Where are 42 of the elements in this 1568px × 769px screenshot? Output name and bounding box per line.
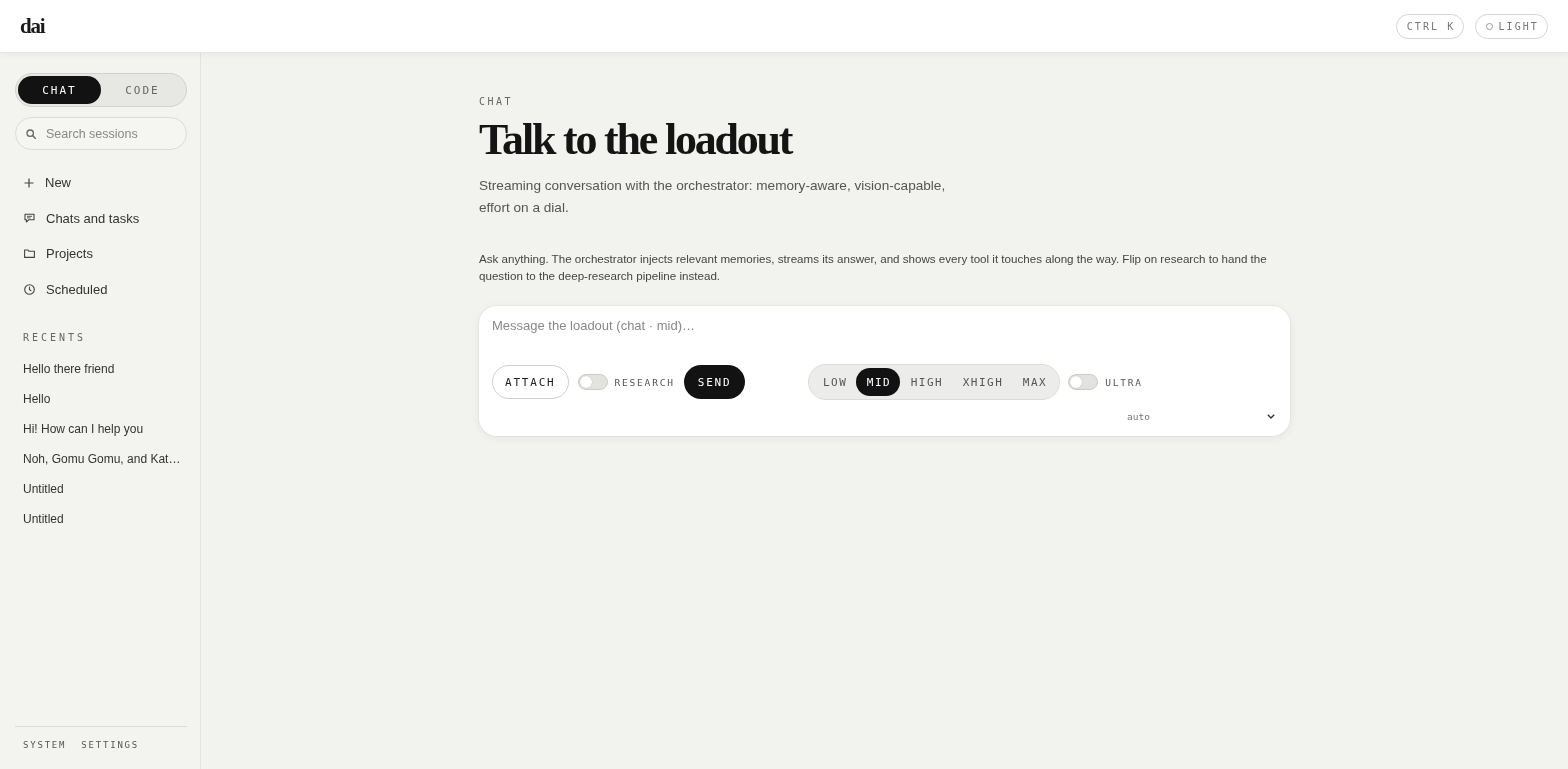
search-icon xyxy=(26,128,36,139)
composer-box[interactable]: Message the loadout (chat · mid)… ATTACH RESEARCH SEND LOW MID HIGH XHIGH MAX ULTRA auto xyxy=(479,306,1290,436)
footer-link[interactable]: SYSTEM xyxy=(23,739,67,751)
mode-tab[interactable]: CODE xyxy=(101,76,184,104)
page-description: Ask anything. The orchestrator injects relevant memories, streams its answer, and shows every tool it touches along the way. Flip on research to hand the question to the deep-research pipeline instead. xyxy=(479,251,1268,284)
ultra-label: ULTRA xyxy=(1105,376,1143,388)
research-label: RESEARCH xyxy=(614,376,675,388)
search-field[interactable]: Search sessions xyxy=(15,117,187,150)
model-select[interactable]: auto xyxy=(1127,407,1277,425)
page-eyebrow: CHAT xyxy=(479,95,515,109)
clock-icon xyxy=(24,283,35,295)
plus-icon xyxy=(24,177,34,188)
effort-option[interactable]: HIGH xyxy=(900,368,953,396)
recent-item[interactable]: Hello xyxy=(15,384,51,414)
nav-item[interactable]: New xyxy=(15,165,187,201)
nav-item[interactable]: Projects xyxy=(15,236,187,272)
mode-tab[interactable]: CHAT xyxy=(18,76,101,104)
effort-option[interactable]: MID xyxy=(856,368,901,396)
section-label: RECENTS xyxy=(22,331,88,345)
chevron-down-icon xyxy=(1267,413,1275,419)
page-title: Talk to the loadout xyxy=(479,116,794,164)
footer-link[interactable]: SETTINGS xyxy=(81,739,140,751)
recent-item[interactable]: Hello there friend xyxy=(15,354,115,384)
send-button[interactable]: SEND xyxy=(683,365,746,399)
recent-item[interactable]: Untitled xyxy=(15,504,64,534)
message-field[interactable]: Message the loadout (chat · mid)… xyxy=(492,318,1277,358)
ultra-toggle[interactable] xyxy=(1068,374,1099,390)
effort-option[interactable]: MAX xyxy=(1012,368,1057,396)
command-button[interactable]: CTRL K xyxy=(1395,13,1465,39)
effort-option[interactable]: LOW xyxy=(812,368,857,396)
page-subtitle: Streaming conversation with the orchestrator: memory-aware, vision-capable, effort on a dial. xyxy=(479,177,947,217)
research-toggle[interactable] xyxy=(577,374,608,390)
nav-item[interactable]: Scheduled xyxy=(15,271,187,307)
effort-option[interactable]: XHIGH xyxy=(952,368,1013,396)
folder-icon xyxy=(24,249,35,259)
logo[interactable]: dai xyxy=(20,13,45,39)
chat-bubble-icon xyxy=(24,213,35,224)
nav-item[interactable]: Chats and tasks xyxy=(15,200,187,236)
recent-item[interactable]: Untitled xyxy=(15,474,64,504)
recent-item[interactable]: Noh, Gomu Gomu, and Kat… xyxy=(15,444,181,474)
recent-item[interactable]: Hi! How can I help you xyxy=(15,414,144,444)
theme-button[interactable]: LIGHT xyxy=(1475,13,1548,39)
